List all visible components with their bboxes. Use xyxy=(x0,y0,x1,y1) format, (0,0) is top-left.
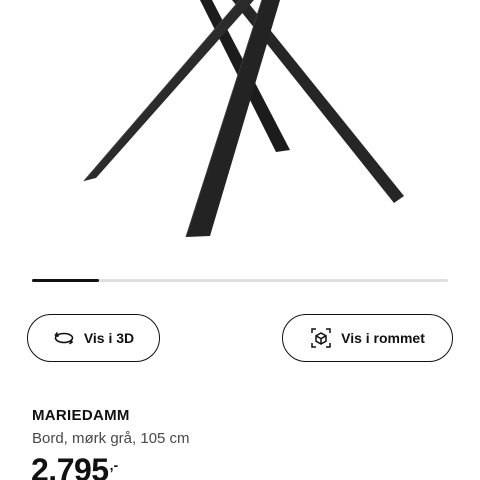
product-price: 2.795 ,- xyxy=(31,450,118,480)
rotate-3d-icon xyxy=(53,327,75,349)
product-image[interactable] xyxy=(0,0,480,262)
image-gallery-progress xyxy=(32,279,448,282)
view-in-room-button[interactable]: Vis i rommet xyxy=(282,314,453,362)
ar-view-icon xyxy=(310,327,332,349)
view-in-room-label: Vis i rommet xyxy=(341,330,425,346)
view-in-3d-label: Vis i 3D xyxy=(83,330,135,346)
table-base-illustration xyxy=(83,0,404,238)
product-name: MARIEDAMM xyxy=(32,407,130,424)
view-in-3d-button[interactable]: Vis i 3D xyxy=(27,314,160,362)
price-suffix: ,- xyxy=(109,457,119,473)
price-amount: 2.795 xyxy=(31,452,109,480)
product-description: Bord, mørk grå, 105 cm xyxy=(32,430,190,447)
image-gallery-progress-fill xyxy=(32,279,99,282)
